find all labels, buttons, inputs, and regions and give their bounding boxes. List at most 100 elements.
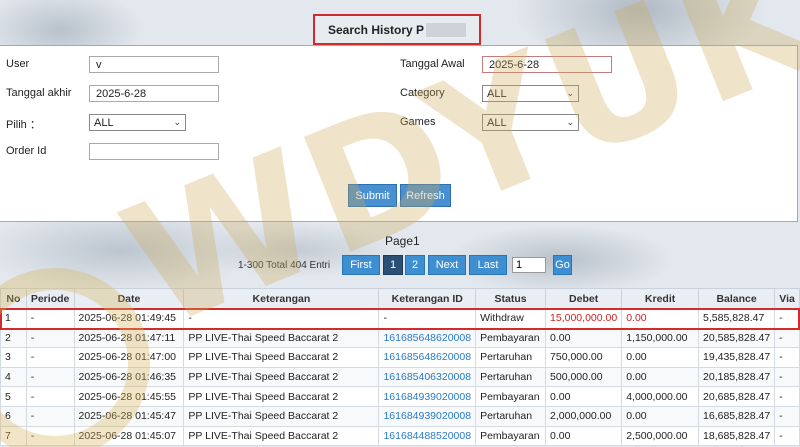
- cell-status: Withdraw: [475, 308, 547, 329]
- column-header-kredit[interactable]: Kredit: [621, 288, 700, 309]
- submit-button[interactable]: Submit: [348, 184, 397, 207]
- column-header-keterangan[interactable]: Keterangan: [183, 288, 380, 309]
- cell-periode: -: [25, 308, 75, 329]
- cell-status: Pertaruhan: [475, 405, 547, 427]
- chevron-down-icon: ⌄: [173, 117, 181, 127]
- cell-keterangan-id-link[interactable]: 161685406320008: [378, 366, 477, 388]
- column-header-via[interactable]: Via: [774, 288, 800, 309]
- cell-keterangan: PP LIVE-Thai Speed Baccarat 2: [183, 327, 380, 349]
- cell-status: Pertaruhan: [475, 366, 547, 388]
- cell-via: -: [774, 347, 800, 368]
- cell-date: 2025-06-28 01:46:35: [73, 366, 185, 388]
- cell-balance: 19,435,828.47: [698, 347, 776, 368]
- user-label: User: [6, 58, 30, 70]
- user-input[interactable]: [89, 56, 219, 73]
- category-select[interactable]: ALL ⌄: [482, 85, 579, 102]
- tanggal-awal-input[interactable]: [482, 56, 612, 73]
- redacted-mask: [426, 22, 467, 37]
- cell-via: -: [774, 405, 800, 427]
- category-label: Category: [400, 87, 445, 99]
- games-label: Games: [400, 116, 436, 128]
- cell-kredit: 4,000,000.00: [621, 386, 700, 407]
- column-header-periode[interactable]: Periode: [25, 288, 75, 309]
- first-page-button[interactable]: First: [342, 255, 380, 275]
- order-id-label: Order Id: [6, 145, 47, 157]
- cell-keterangan: -: [183, 308, 380, 329]
- last-page-button[interactable]: Last: [469, 255, 507, 275]
- cell-date: 2025-06-28 01:45:47: [73, 405, 185, 427]
- cell-via: -: [774, 425, 800, 447]
- cell-kredit: 2,500,000.00: [621, 425, 700, 447]
- table-header-row: No Periode Date Keterangan Keterangan ID…: [0, 288, 800, 309]
- cell-kredit: 1,150,000.00: [621, 327, 700, 349]
- pilih-select[interactable]: ALL ⌄: [89, 114, 186, 131]
- cell-keterangan-id: -: [378, 308, 477, 329]
- column-header-debet[interactable]: Debet: [545, 288, 623, 309]
- cell-periode: -: [25, 366, 75, 388]
- column-header-date[interactable]: Date: [73, 288, 185, 309]
- cell-periode: -: [25, 405, 75, 427]
- cell-no: 4: [0, 366, 27, 388]
- page-title: Search History P: [313, 14, 481, 45]
- cell-keterangan-id-link[interactable]: 161685648620008: [378, 347, 477, 368]
- cell-balance: 20,185,828.47: [698, 366, 776, 388]
- page-1-button[interactable]: 1: [383, 255, 403, 275]
- cell-debet: 0.00: [545, 327, 623, 349]
- cell-keterangan-id-link[interactable]: 161684939020008: [378, 405, 477, 427]
- table-row[interactable]: 6 - 2025-06-28 01:45:47 PP LIVE-Thai Spe…: [0, 405, 800, 427]
- cell-balance: 16,685,828.47: [698, 405, 776, 427]
- cell-date: 2025-06-28 01:45:55: [73, 386, 185, 407]
- cell-debet: 0.00: [545, 386, 623, 407]
- tanggal-akhir-input[interactable]: [89, 85, 219, 102]
- column-header-status[interactable]: Status: [475, 288, 547, 309]
- column-header-no[interactable]: No: [0, 288, 27, 309]
- cell-no: 2: [0, 327, 27, 349]
- cell-keterangan: PP LIVE-Thai Speed Baccarat 2: [183, 366, 380, 388]
- table-row[interactable]: 5 - 2025-06-28 01:45:55 PP LIVE-Thai Spe…: [0, 386, 800, 407]
- history-table: No Periode Date Keterangan Keterangan ID…: [0, 288, 800, 447]
- chevron-down-icon: ⌄: [566, 117, 574, 127]
- cell-no: 1: [0, 308, 27, 329]
- order-id-input[interactable]: [89, 143, 219, 160]
- cell-keterangan: PP LIVE-Thai Speed Baccarat 2: [183, 386, 380, 407]
- table-row[interactable]: 1 - 2025-06-28 01:49:45 - - Withdraw 15,…: [0, 308, 800, 329]
- cell-keterangan: PP LIVE-Thai Speed Baccarat 2: [183, 347, 380, 368]
- cell-kredit: 0.00: [621, 308, 700, 329]
- cell-status: Pembayaran: [475, 425, 547, 447]
- chevron-down-icon: ⌄: [566, 88, 574, 98]
- cell-no: 6: [0, 405, 27, 427]
- cell-periode: -: [25, 327, 75, 349]
- tanggal-awal-label: Tanggal Awal: [400, 58, 465, 70]
- next-page-button[interactable]: Next: [428, 255, 466, 275]
- cell-via: -: [774, 308, 800, 329]
- table-row[interactable]: 7 - 2025-06-28 01:45:07 PP LIVE-Thai Spe…: [0, 425, 800, 447]
- table-row[interactable]: 2 - 2025-06-28 01:47:11 PP LIVE-Thai Spe…: [0, 327, 800, 349]
- table-row[interactable]: 3 - 2025-06-28 01:47:00 PP LIVE-Thai Spe…: [0, 347, 800, 368]
- cell-keterangan-id-link[interactable]: 161684939020008: [378, 386, 477, 407]
- tanggal-akhir-label: Tanggal akhir: [6, 87, 72, 99]
- cell-debet: 0.00: [545, 425, 623, 447]
- cell-date: 2025-06-28 01:47:11: [73, 327, 185, 349]
- table-row[interactable]: 4 - 2025-06-28 01:46:35 PP LIVE-Thai Spe…: [0, 366, 800, 388]
- cell-no: 7: [0, 425, 27, 447]
- column-header-balance[interactable]: Balance: [698, 288, 776, 309]
- games-select[interactable]: ALL ⌄: [482, 114, 579, 131]
- cell-keterangan-id-link[interactable]: 161684488520008: [378, 425, 477, 447]
- cell-periode: -: [25, 425, 75, 447]
- cell-debet: 750,000.00: [545, 347, 623, 368]
- cell-via: -: [774, 366, 800, 388]
- go-button[interactable]: Go: [553, 255, 572, 275]
- page-number-input[interactable]: [512, 257, 546, 273]
- cell-date: 2025-06-28 01:49:45: [73, 308, 185, 329]
- cell-keterangan-id-link[interactable]: 161685648620008: [378, 327, 477, 349]
- cell-balance: 20,685,828.47: [698, 386, 776, 407]
- search-form-panel: User Tanggal Awal Tanggal akhir Category…: [0, 45, 798, 222]
- cell-debet: 2,000,000.00: [545, 405, 623, 427]
- cell-debet: 500,000.00: [545, 366, 623, 388]
- refresh-button[interactable]: Refresh: [400, 184, 451, 207]
- cell-via: -: [774, 327, 800, 349]
- cell-balance: 18,685,828.47: [698, 425, 776, 447]
- page-2-button[interactable]: 2: [405, 255, 425, 275]
- column-header-keterangan-id[interactable]: Keterangan ID: [378, 288, 477, 309]
- games-select-value: ALL: [487, 116, 507, 129]
